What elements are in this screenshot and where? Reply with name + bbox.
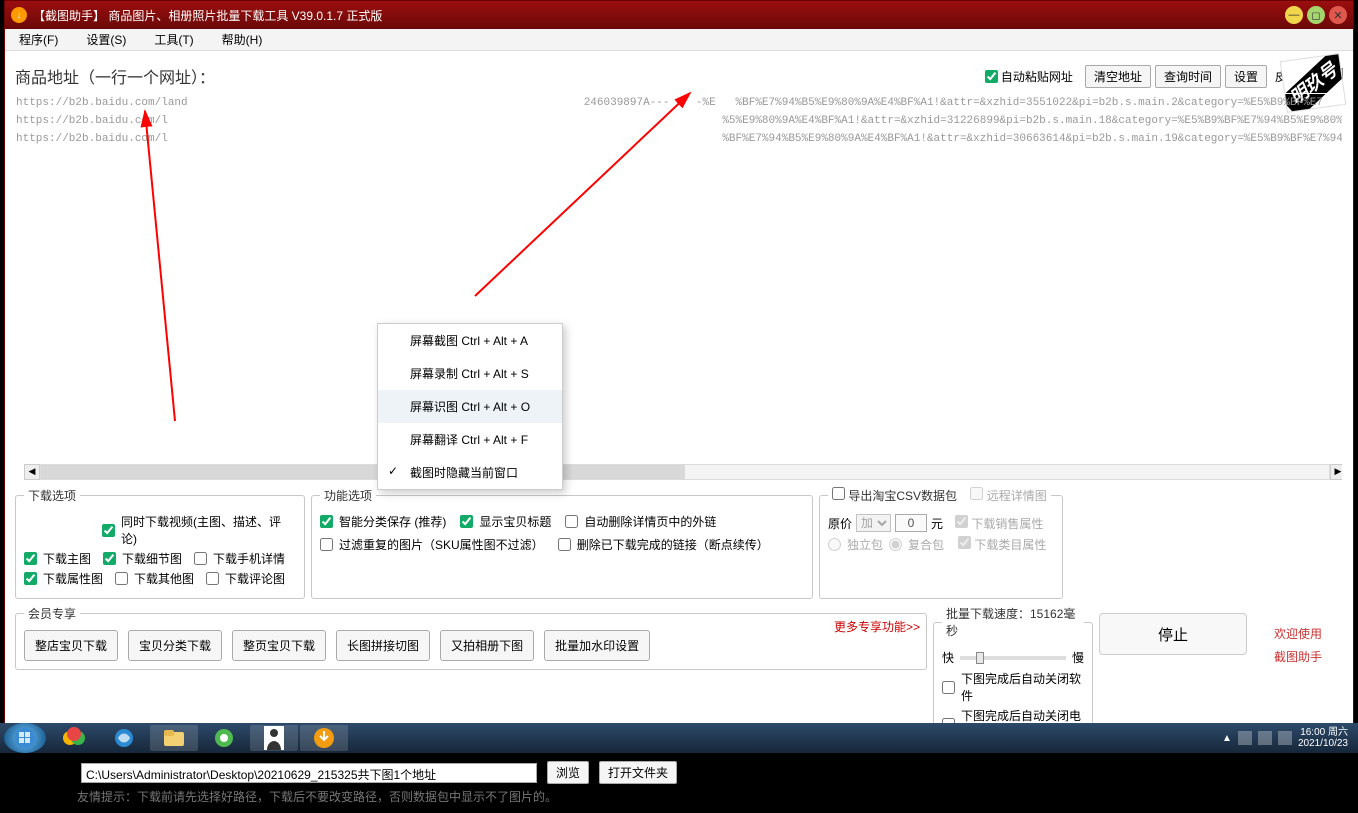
- flag-icon[interactable]: [1238, 731, 1252, 745]
- menu-program[interactable]: 程序(F): [11, 29, 66, 50]
- download-icon: [312, 726, 336, 750]
- window-title: 【截图助手】 商品图片、相册照片批量下载工具 V39.0.1.7 正式版: [33, 7, 1285, 24]
- side-links: 欢迎使用 截图助手: [1253, 619, 1343, 671]
- scroll-track[interactable]: [40, 464, 1330, 480]
- open-folder-button[interactable]: 打开文件夹: [599, 761, 677, 784]
- scroll-right-icon[interactable]: ▶: [1330, 464, 1343, 480]
- browser-icon: [212, 726, 236, 750]
- cb-attr-img[interactable]: [24, 572, 37, 585]
- speed-slider[interactable]: [960, 656, 1066, 660]
- cm-ocr[interactable]: 屏幕识图 Ctrl + Alt + O: [378, 390, 562, 423]
- start-button[interactable]: [4, 723, 46, 753]
- tray-up-icon[interactable]: ▲: [1222, 733, 1232, 744]
- qq-icon: [62, 726, 86, 750]
- tb-app-1[interactable]: [50, 725, 98, 751]
- clear-address-button[interactable]: 清空地址: [1085, 65, 1151, 88]
- cat-download-button[interactable]: 宝贝分类下载: [128, 630, 222, 661]
- cb-show-title[interactable]: [460, 515, 473, 528]
- cb-export-csv[interactable]: [832, 487, 845, 500]
- tb-app-6[interactable]: [300, 725, 348, 751]
- price-value-input: [895, 514, 927, 532]
- url-line-3: https://b2b.baidu.com/l %BF%E7%94%B5%E9%…: [16, 130, 1342, 148]
- ie-icon: [112, 726, 136, 750]
- scroll-left-icon[interactable]: ◀: [24, 464, 40, 480]
- cb-detail-img[interactable]: [103, 552, 116, 565]
- tb-app-5[interactable]: [250, 725, 298, 751]
- cm-translate[interactable]: 屏幕翻译 Ctrl + Alt + F: [378, 423, 562, 456]
- cb-cat-attr: [958, 536, 971, 549]
- auto-paste-input[interactable]: [985, 70, 998, 83]
- csv-panel: 导出淘宝CSV数据包 远程详情图 原价 加 元 下载销售属性 独立包 复合包 下…: [819, 487, 1063, 599]
- cb-smart-save[interactable]: [320, 515, 333, 528]
- cb-auto-del-link[interactable]: [565, 515, 578, 528]
- url-textarea[interactable]: https://b2b.baidu.com/land 246039897A---…: [15, 93, 1343, 483]
- radio-merge: [889, 538, 902, 551]
- slider-thumb[interactable]: [976, 652, 984, 664]
- menu-tools[interactable]: 工具(T): [146, 29, 201, 50]
- tb-app-4[interactable]: [200, 725, 248, 751]
- query-time-button[interactable]: 查询时间: [1155, 65, 1221, 88]
- album-button[interactable]: 又拍相册下图: [440, 630, 534, 661]
- windows-icon: [14, 727, 36, 749]
- cm-record[interactable]: 屏幕录制 Ctrl + Alt + S: [378, 357, 562, 390]
- vip-panel: 会员专享 更多专享功能>> 整店宝贝下载 宝贝分类下载 整页宝贝下载 长图拼接切…: [15, 605, 927, 670]
- cb-close-soft[interactable]: [942, 681, 955, 694]
- scroll-thumb[interactable]: [41, 465, 685, 479]
- welcome-link[interactable]: 欢迎使用: [1253, 625, 1343, 642]
- address-label: 商品地址（一行一个网址）：: [15, 64, 985, 88]
- maximize-button[interactable]: ◻: [1307, 6, 1325, 24]
- taskbar-clock[interactable]: 16:00 周六 2021/10/23: [1298, 727, 1354, 749]
- browse-button[interactable]: 浏览: [547, 761, 589, 784]
- cb-other-img[interactable]: [115, 572, 128, 585]
- cb-review-img[interactable]: [206, 572, 219, 585]
- main-window: ↓ 【截图助手】 商品图片、相册照片批量下载工具 V39.0.1.7 正式版 —…: [4, 0, 1354, 724]
- cb-filter-dup[interactable]: [320, 538, 333, 551]
- cb-remote-detail: [970, 487, 983, 500]
- download-options-panel: 下载选项 同时下载视频(主图、描述、评论) 下载主图 下载细节图 下载手机详情 …: [15, 487, 305, 599]
- menu-settings[interactable]: 设置(S): [78, 29, 134, 50]
- cm-hide-window[interactable]: ✓截图时隐藏当前窗口: [378, 456, 562, 489]
- taskbar: ▲ 16:00 周六 2021/10/23: [0, 723, 1358, 753]
- system-tray: ▲ 16:00 周六 2021/10/23: [1222, 727, 1354, 749]
- cb-del-done[interactable]: [558, 538, 571, 551]
- hint-text: 友情提示：下载前请先选择好路径，下载后不要改变路径，否则数据包中显示不了图片的。: [77, 788, 1343, 805]
- cb-video[interactable]: [102, 524, 115, 537]
- cm-screenshot[interactable]: 屏幕截图 Ctrl + Alt + A: [378, 324, 562, 357]
- close-button[interactable]: ✕: [1329, 6, 1347, 24]
- tb-app-2[interactable]: [100, 725, 148, 751]
- helper-link[interactable]: 截图助手: [1253, 648, 1343, 665]
- minimize-button[interactable]: —: [1285, 6, 1303, 24]
- save-label: 保存位置：: [15, 764, 75, 781]
- cb-mobile[interactable]: [194, 552, 207, 565]
- stop-button[interactable]: 停止: [1099, 613, 1247, 655]
- cb-sale-attr: [955, 515, 968, 528]
- context-menu: 屏幕截图 Ctrl + Alt + A 屏幕录制 Ctrl + Alt + S …: [377, 323, 563, 490]
- volume-icon[interactable]: [1278, 731, 1292, 745]
- tb-app-3[interactable]: [150, 725, 198, 751]
- app-icon: ↓: [11, 7, 27, 23]
- long-img-button[interactable]: 长图拼接切图: [336, 630, 430, 661]
- page-download-button[interactable]: 整页宝贝下载: [232, 630, 326, 661]
- auto-paste-checkbox[interactable]: 自动粘贴网址: [985, 68, 1073, 85]
- network-icon[interactable]: [1258, 731, 1272, 745]
- settings-button[interactable]: 设置: [1225, 65, 1267, 88]
- title-bar: ↓ 【截图助手】 商品图片、相册照片批量下载工具 V39.0.1.7 正式版 —…: [5, 1, 1353, 29]
- more-vip-link[interactable]: 更多专享功能>>: [834, 618, 920, 635]
- radio-single: [828, 538, 841, 551]
- whole-shop-button[interactable]: 整店宝贝下载: [24, 630, 118, 661]
- cb-main-img[interactable]: [24, 552, 37, 565]
- save-path-input[interactable]: C:\Users\Administrator\Desktop\20210629_…: [81, 763, 537, 783]
- horizontal-scrollbar[interactable]: ◀ ▶: [24, 464, 1343, 480]
- explorer-icon: [162, 728, 186, 748]
- check-icon: ✓: [388, 464, 398, 478]
- menu-help[interactable]: 帮助(H): [214, 29, 271, 50]
- person-icon: [264, 726, 284, 750]
- watermark-button[interactable]: 批量加水印设置: [544, 630, 650, 661]
- url-line-1: https://b2b.baidu.com/land 246039897A---…: [16, 94, 1342, 112]
- function-options-panel: 功能选项 智能分类保存 (推荐) 显示宝贝标题 自动删除详情页中的外链 过滤重复…: [311, 487, 813, 599]
- menu-bar: 程序(F) 设置(S) 工具(T) 帮助(H): [5, 29, 1353, 51]
- url-line-2: https://b2b.baidu.com/l %5%E9%80%9A%E4%B…: [16, 112, 1342, 130]
- price-op-select: 加: [856, 514, 891, 532]
